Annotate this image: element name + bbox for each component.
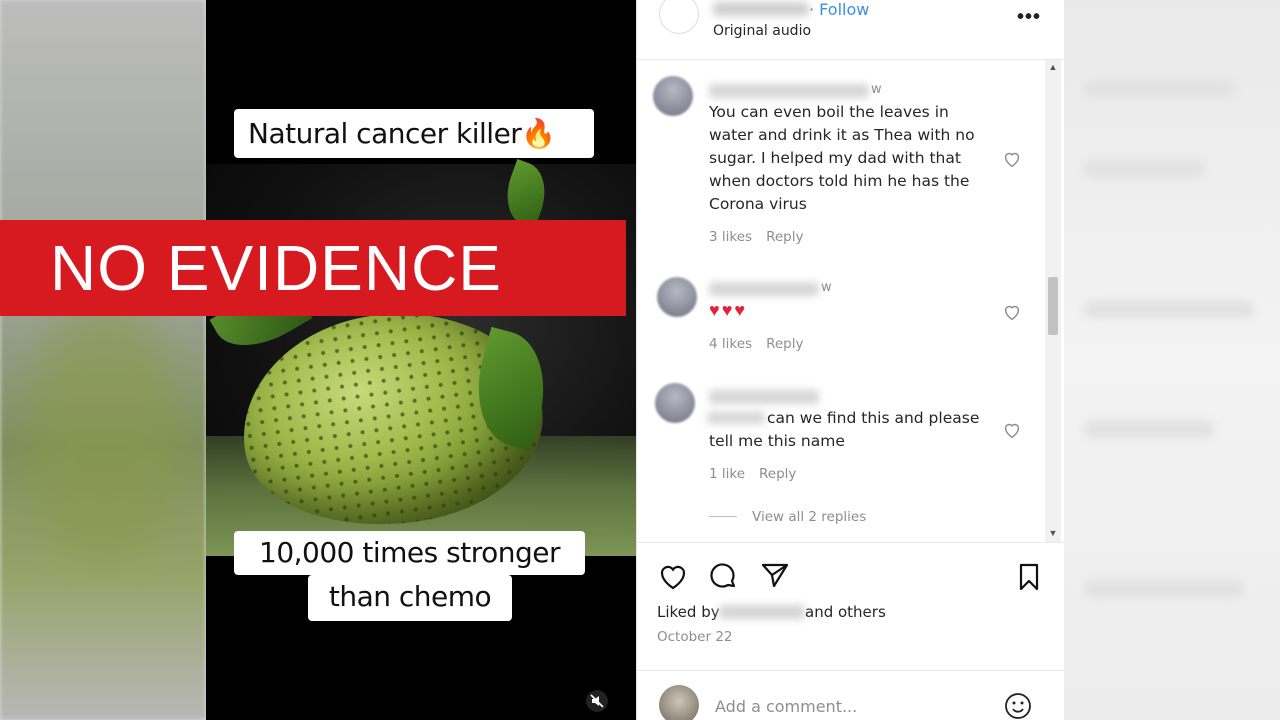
- banner-text: NO EVIDENCE: [50, 232, 502, 304]
- red-hearts-emoji: ♥♥♥: [709, 300, 748, 320]
- heart-outline-icon[interactable]: [1001, 419, 1023, 441]
- liked-by-others-link[interactable]: and others: [805, 603, 886, 621]
- commenter-name-blurred: [709, 282, 819, 296]
- post-header: · Follow Original audio •••: [637, 0, 1065, 60]
- comment-time: w: [871, 82, 882, 97]
- scroll-up-arrow-icon[interactable]: ▲: [1045, 62, 1061, 72]
- heart-outline-icon[interactable]: [1001, 301, 1023, 323]
- reply-button[interactable]: Reply: [766, 229, 803, 245]
- commenter-avatar[interactable]: [657, 277, 697, 317]
- post-panel: · Follow Original audio ••• w You can ev…: [636, 0, 1065, 720]
- caption-top: Natural cancer killer🔥: [234, 109, 594, 158]
- commenter-avatar[interactable]: [655, 383, 695, 423]
- comments-list: w You can even boil the leaves in water …: [637, 60, 1065, 542]
- comment-likes[interactable]: 4 likes: [709, 336, 752, 352]
- fire-emoji-icon: 🔥: [521, 117, 556, 150]
- comment-meta: 1 like Reply: [709, 466, 796, 482]
- author-avatar[interactable]: [659, 0, 699, 34]
- comment-time: w: [821, 280, 832, 295]
- more-options-icon[interactable]: •••: [1017, 6, 1041, 29]
- caption-top-text: Natural cancer killer: [248, 117, 522, 150]
- comment-meta: 3 likes Reply: [709, 229, 803, 245]
- liked-by-user-blurred: [719, 605, 805, 619]
- liked-by-prefix: Liked by: [657, 603, 720, 621]
- comment-text-line1: can we find this and please: [767, 409, 980, 427]
- background-blur-left: [0, 0, 206, 720]
- caption-bottom-line1: 10,000 times stronger: [234, 531, 585, 575]
- replies-divider: [709, 516, 737, 517]
- reply-button[interactable]: Reply: [766, 336, 803, 352]
- author-username-blurred: [713, 2, 809, 16]
- post-actions: Liked by and others October 22: [637, 542, 1065, 670]
- commenter-name-blurred: [709, 84, 869, 98]
- caption-bottom-line2: than chemo: [308, 575, 512, 621]
- view-replies-link[interactable]: View all 2 replies: [752, 509, 866, 525]
- follow-button[interactable]: · Follow: [809, 0, 869, 19]
- reply-button[interactable]: Reply: [759, 466, 796, 482]
- scrollbar-thumb[interactable]: [1048, 277, 1058, 335]
- scroll-down-arrow-icon[interactable]: ▼: [1045, 528, 1061, 538]
- comment-text-blurred: [707, 412, 765, 424]
- comment-likes[interactable]: 3 likes: [709, 229, 752, 245]
- speaker-muted-icon[interactable]: [586, 690, 608, 712]
- add-comment-input[interactable]: Add a comment...: [715, 697, 857, 716]
- emoji-picker-icon[interactable]: [1003, 691, 1033, 720]
- current-user-avatar: [659, 685, 699, 720]
- comment-text-line2: tell me this name: [709, 432, 845, 450]
- commenter-name-blurred: [709, 390, 819, 404]
- reel-video[interactable]: Natural cancer killer🔥 10,000 times stro…: [206, 0, 636, 720]
- share-send-icon[interactable]: [759, 559, 791, 591]
- comment-bubble-icon[interactable]: [708, 561, 740, 593]
- commenter-avatar[interactable]: [653, 76, 693, 116]
- like-heart-icon[interactable]: [657, 561, 689, 593]
- comment-meta: 4 likes Reply: [709, 336, 803, 352]
- comment-likes[interactable]: 1 like: [709, 466, 745, 482]
- comment-text: You can even boil the leaves in water an…: [709, 103, 975, 213]
- background-blur-right: [1064, 0, 1280, 720]
- save-bookmark-icon[interactable]: [1013, 561, 1045, 593]
- comments-scrollbar[interactable]: ▲ ▼: [1045, 60, 1061, 542]
- original-audio-link[interactable]: Original audio: [713, 23, 811, 39]
- heart-outline-icon[interactable]: [1001, 148, 1023, 170]
- post-date: October 22: [657, 629, 733, 645]
- add-comment-bar: Add a comment...: [637, 670, 1065, 720]
- fact-check-banner: NO EVIDENCE: [0, 220, 626, 316]
